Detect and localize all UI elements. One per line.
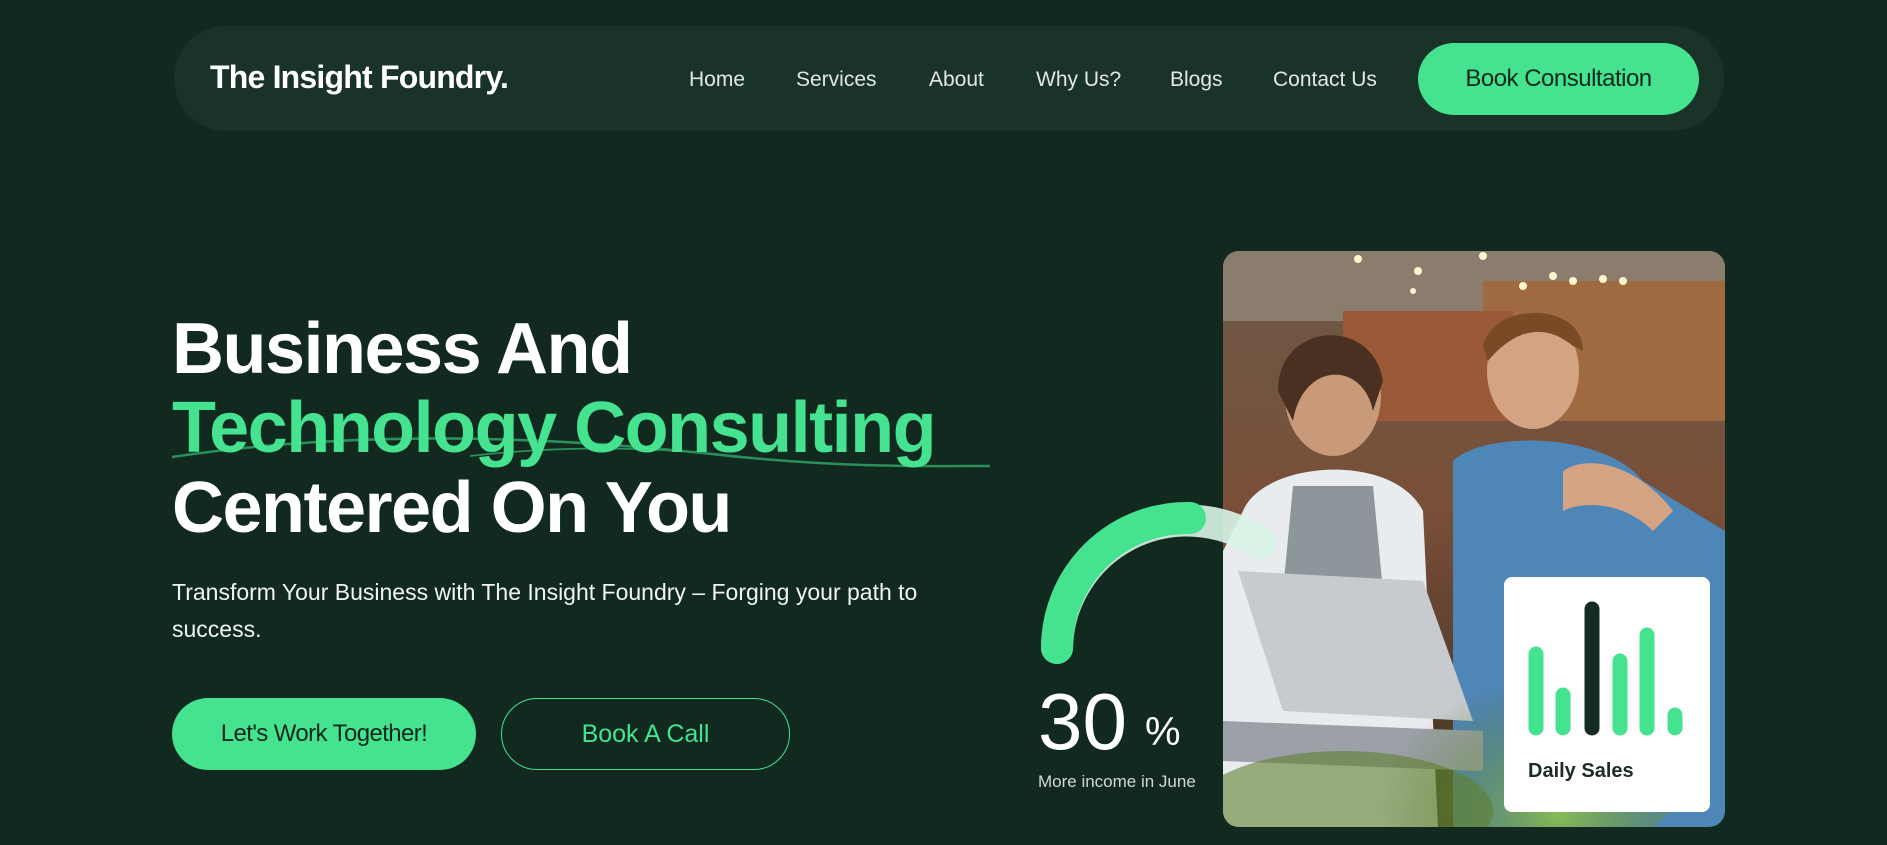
book-consultation-button[interactable]: Book Consultation: [1418, 43, 1699, 115]
nav-home[interactable]: Home: [689, 68, 745, 92]
hero-title-line-3: Centered On You: [172, 468, 732, 548]
nav-blogs[interactable]: Blogs: [1170, 68, 1223, 92]
top-navigation: The Insight Foundry. Home Services About…: [174, 26, 1724, 131]
nav-about[interactable]: About: [929, 68, 984, 92]
percent-sign: %: [1145, 710, 1181, 754]
brand-logo[interactable]: The Insight Foundry.: [210, 59, 509, 96]
income-percentage: 30: [1038, 677, 1127, 766]
lets-work-together-button[interactable]: Let's Work Together!: [172, 698, 476, 770]
daily-sales-title: Daily Sales: [1528, 760, 1634, 782]
hero-title-line-2: Technology Consulting: [172, 388, 937, 468]
daily-sales-card: Daily Sales: [1504, 577, 1710, 812]
hero-subtitle: Transform Your Business with The Insight…: [172, 579, 918, 642]
book-a-call-button[interactable]: Book A Call: [501, 698, 790, 770]
hero-title-line-1: Business And: [172, 309, 633, 389]
nav-services[interactable]: Services: [796, 68, 877, 92]
nav-contact-us[interactable]: Contact Us: [1273, 68, 1377, 92]
nav-why-us[interactable]: Why Us?: [1036, 68, 1121, 92]
income-gauge: [1041, 501, 1276, 664]
income-caption: More income in June: [1038, 772, 1196, 791]
